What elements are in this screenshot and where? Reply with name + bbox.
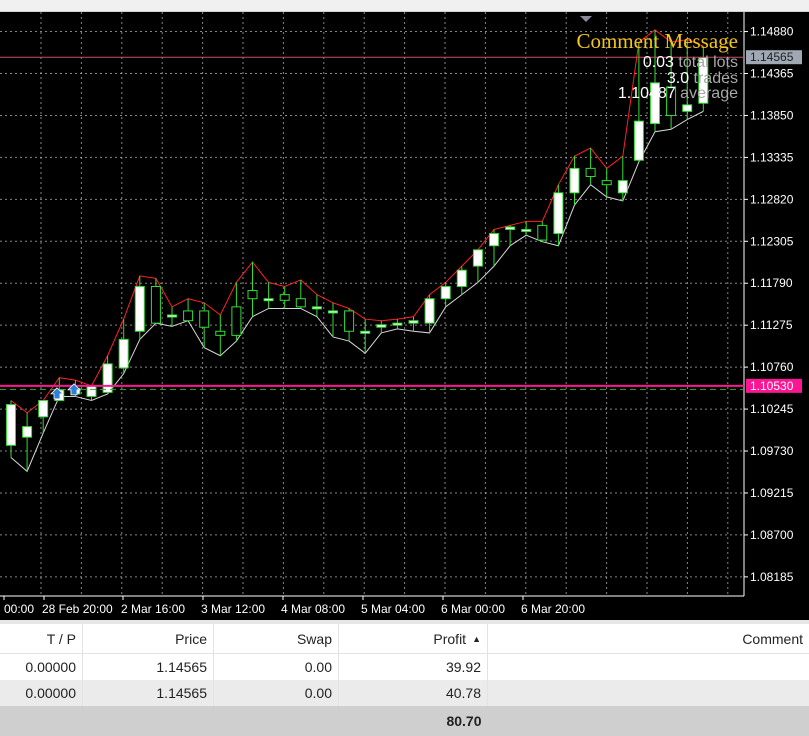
candle[interactable] <box>6 404 16 446</box>
candle[interactable] <box>360 330 371 334</box>
candle[interactable] <box>633 120 644 161</box>
cell-price: 1.14565 <box>82 653 214 680</box>
candle[interactable] <box>537 224 548 241</box>
cell-swap: 0.00 <box>213 680 339 706</box>
column-header-profit[interactable]: Profit ▲ <box>338 624 488 654</box>
candle[interactable] <box>279 294 290 301</box>
candle[interactable] <box>440 285 451 300</box>
total-profit: 80.70 <box>338 706 488 736</box>
cell-tp: 0.00000 <box>0 680 83 706</box>
price-axis-label: 1.09215 <box>750 486 794 500</box>
time-axis-label: 3 Mar 12:00 <box>201 602 265 616</box>
order-price-label: 1.10530 <box>750 379 794 393</box>
table-row[interactable]: 0.00000 1.14565 0.00 40.78 <box>0 680 809 706</box>
price-axis-label: 1.10760 <box>750 360 794 374</box>
terminal-panel: T / P Price Swap Profit ▲ Comment 0.00000… <box>0 620 809 736</box>
candle[interactable] <box>585 167 596 178</box>
chart-canvas[interactable]: 1.14880 1.14365 1.13850 1.13335 1.12820 1.123… <box>0 12 809 620</box>
price-axis-label: 1.08700 <box>750 528 794 542</box>
top-toolbar-strip <box>0 0 809 12</box>
comment-value: 1.10487 <box>618 85 680 102</box>
candle[interactable] <box>231 306 242 336</box>
candle[interactable] <box>167 314 177 318</box>
table-header-row: T / P Price Swap Profit ▲ Comment <box>0 624 809 654</box>
cell-comment <box>488 654 809 681</box>
column-header-tp[interactable]: T / P <box>0 624 83 654</box>
candle[interactable] <box>86 385 97 397</box>
time-axis-label: 28 Feb 20:00 <box>42 602 113 616</box>
candle[interactable] <box>247 290 258 300</box>
candle[interactable] <box>601 180 612 186</box>
candle[interactable] <box>150 285 161 324</box>
candle[interactable] <box>682 104 693 112</box>
time-axis-label: 6 Mar 20:00 <box>521 602 585 616</box>
candle[interactable] <box>22 426 33 438</box>
comment-label: average <box>680 85 738 102</box>
price-axis-label: 1.09730 <box>750 444 794 458</box>
comment-line: 0.03 total lots <box>643 54 738 71</box>
candle[interactable] <box>569 167 580 194</box>
total-row: 80.70 <box>0 706 809 736</box>
time-axis-label: 00:00 <box>4 602 34 616</box>
candle[interactable] <box>311 306 322 310</box>
price-axis-label: 1.11275 <box>750 318 793 332</box>
time-axis-label: 6 Mar 00:00 <box>441 602 505 616</box>
candle[interactable] <box>424 298 435 324</box>
candle[interactable] <box>199 310 210 328</box>
comment-value: 0.03 <box>643 54 679 71</box>
candle[interactable] <box>617 180 628 194</box>
cell-tp: 0.00000 <box>0 653 83 680</box>
candle[interactable] <box>553 192 564 235</box>
column-header-comment[interactable]: Comment <box>487 624 809 654</box>
comment-label: total lots <box>678 54 738 71</box>
chart-shift-icon[interactable] <box>580 16 592 22</box>
candle[interactable] <box>215 330 226 336</box>
candle[interactable] <box>183 310 194 322</box>
cell-swap: 0.00 <box>213 653 339 680</box>
column-header-price[interactable]: Price <box>82 624 214 654</box>
candle[interactable] <box>295 298 306 308</box>
candle[interactable] <box>489 233 499 247</box>
candle[interactable] <box>521 228 532 232</box>
candle[interactable] <box>38 400 49 418</box>
time-axis-label: 2 Mar 16:00 <box>121 602 185 616</box>
candle[interactable] <box>344 310 355 332</box>
candle[interactable] <box>102 363 113 393</box>
trades-table: T / P Price Swap Profit ▲ Comment 0.00000… <box>0 624 809 736</box>
sort-ascending-icon: ▲ <box>472 633 481 644</box>
cell-profit: 39.92 <box>338 653 488 680</box>
time-axis-label: 4 Mar 08:00 <box>281 602 345 616</box>
candle[interactable] <box>118 338 129 369</box>
lower-envelope-line <box>10 110 704 473</box>
cell-price: 1.14565 <box>82 680 214 706</box>
cell-comment <box>487 680 809 706</box>
table-row[interactable]: 0.00000 1.14565 0.00 39.92 <box>0 653 809 681</box>
cell-profit: 40.78 <box>338 680 488 706</box>
candle[interactable] <box>505 226 516 230</box>
upper-envelope-line <box>10 29 704 414</box>
candle[interactable] <box>392 322 403 326</box>
candle[interactable] <box>263 298 274 302</box>
candle[interactable] <box>472 249 483 267</box>
candle[interactable] <box>328 310 338 314</box>
price-axis-label: 1.13335 <box>750 150 794 164</box>
candle[interactable] <box>408 320 419 324</box>
price-axis-label: 1.13850 <box>750 108 794 122</box>
time-axis-label: 5 Mar 04:00 <box>361 602 425 616</box>
candle[interactable] <box>456 269 467 287</box>
price-axis-label: 1.12820 <box>750 192 794 206</box>
price-axis-label: 1.08185 <box>750 570 794 584</box>
price-axis-label: 1.12305 <box>750 234 794 248</box>
candle[interactable] <box>134 285 145 332</box>
comment-title: Comment Message <box>576 29 738 53</box>
candle[interactable] <box>376 324 387 328</box>
price-axis-label: 1.14365 <box>750 66 794 80</box>
column-header-swap[interactable]: Swap <box>213 624 339 654</box>
price-chart[interactable]: 1.14880 1.14365 1.13850 1.13335 1.12820 1.123… <box>0 12 809 620</box>
price-axis-label: 1.14880 <box>750 25 794 39</box>
current-price-label: 1.14565 <box>750 50 794 64</box>
price-axis-label: 1.11790 <box>750 276 793 290</box>
price-axis-label: 1.10245 <box>750 402 794 416</box>
comment-line: 1.10487 average <box>618 85 738 102</box>
